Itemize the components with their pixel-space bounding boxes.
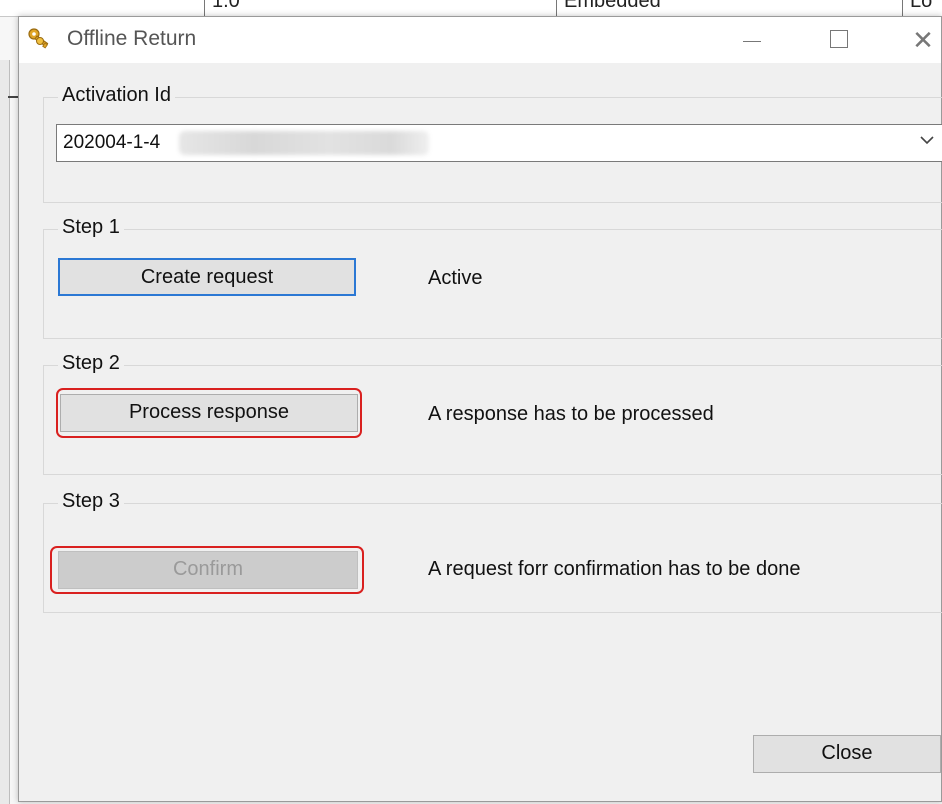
- background-table-row: 1.0 Embedded Lo: [0, 0, 942, 17]
- close-icon: ✕: [912, 25, 934, 55]
- close-button[interactable]: Close: [753, 735, 941, 773]
- background-cell: Lo: [910, 0, 933, 12]
- activation-label: Activation Id: [58, 84, 175, 107]
- minimize-button[interactable]: [731, 21, 771, 59]
- minimize-icon: [743, 41, 761, 42]
- background-cell: 1.0: [212, 0, 240, 12]
- step-1-label: Step 1: [58, 216, 124, 239]
- offline-return-dialog: Offline Return ✕ Activation Id 202004-1-…: [18, 16, 942, 802]
- title-bar[interactable]: Offline Return ✕: [19, 17, 941, 63]
- column-separator: [556, 0, 557, 16]
- column-separator: [204, 0, 205, 16]
- step-1-group: Step 1 Create request Active: [43, 216, 942, 339]
- dialog-title: Offline Return: [67, 27, 197, 50]
- maximize-icon: [830, 30, 848, 48]
- step-3-group: Step 3 Confirm A request forr confirmati…: [43, 490, 942, 613]
- step-2-status: A response has to be processed: [428, 403, 714, 425]
- column-separator: [902, 0, 903, 16]
- step-1-status: Active: [428, 267, 483, 289]
- obscured-value: [179, 131, 429, 155]
- activation-group: Activation Id 202004-1-4: [43, 84, 942, 203]
- chevron-down-icon[interactable]: [919, 129, 935, 157]
- background-panel-edge: [0, 60, 10, 804]
- step-2-group: Step 2 Process response A response has t…: [43, 352, 942, 475]
- keys-icon: [27, 27, 53, 51]
- confirm-button[interactable]: Confirm: [58, 551, 358, 589]
- maximize-button[interactable]: [819, 21, 859, 59]
- activation-id-value: 202004-1-4: [63, 132, 161, 153]
- step-2-label: Step 2: [58, 352, 124, 375]
- step-3-label: Step 3: [58, 490, 124, 513]
- activation-id-select[interactable]: 202004-1-4: [56, 124, 942, 162]
- close-window-button[interactable]: ✕: [903, 21, 942, 59]
- background-cell: Embedded: [564, 0, 661, 12]
- create-request-button[interactable]: Create request: [58, 258, 356, 296]
- step-3-status: A request forr confirmation has to be do…: [428, 558, 801, 580]
- process-response-button[interactable]: Process response: [60, 394, 358, 432]
